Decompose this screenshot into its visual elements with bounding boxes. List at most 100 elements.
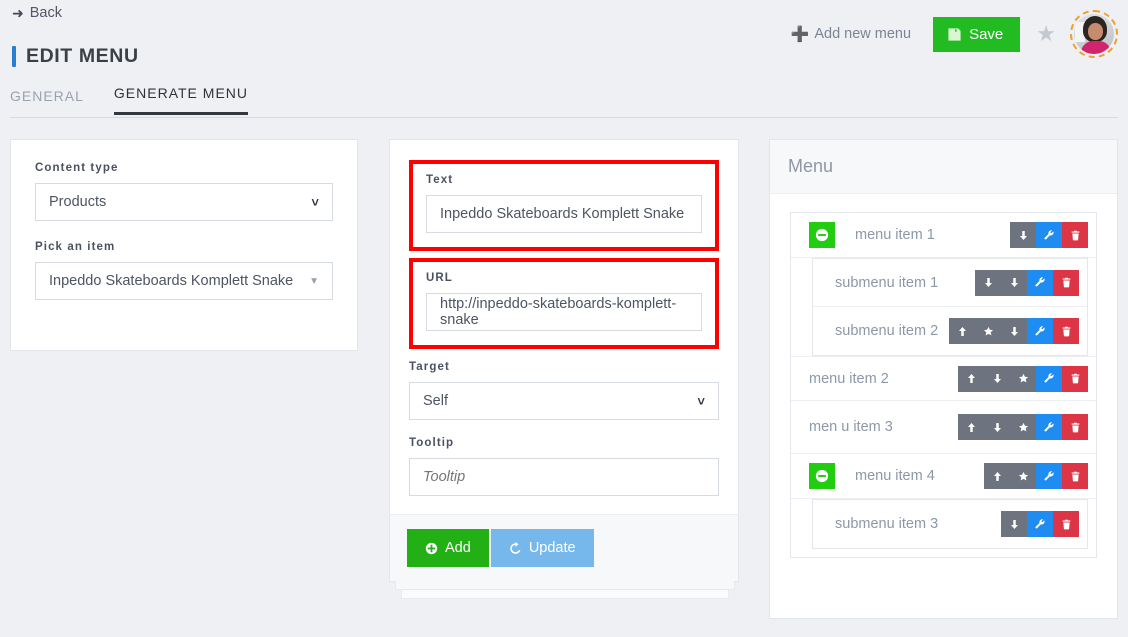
minus-circle-icon <box>815 228 829 242</box>
pick-item-value: Inpeddo Skateboards Komplett Snake <box>49 273 294 289</box>
down-arrow-icon <box>993 422 1001 432</box>
text-input-value: Inpeddo Skateboards Komplett Snake <box>440 206 685 222</box>
text-input[interactable]: Inpeddo Skateboards Komplett Snake <box>426 195 702 233</box>
move-down-button[interactable] <box>984 414 1010 440</box>
trash-icon <box>1062 277 1070 288</box>
move-down-button[interactable] <box>1001 511 1027 537</box>
tab-generate-menu[interactable]: GENERATE MENU <box>113 85 249 115</box>
link-editor-wrap: Text Inpeddo Skateboards Komplett Snake … <box>389 139 739 599</box>
up-arrow-icon <box>993 471 1001 481</box>
caret-down-icon: ▼ <box>309 275 319 287</box>
tooltip-input[interactable] <box>409 458 719 496</box>
menu-tree-row[interactable]: menu item 1 <box>791 213 1096 258</box>
collapse-toggle-button[interactable] <box>809 222 835 248</box>
pick-item-label: Pick an item <box>35 241 116 253</box>
add-new-menu-label: Add new menu <box>814 26 912 42</box>
url-input[interactable]: http://inpeddo-skateboards-komplett-snak… <box>426 293 702 331</box>
avatar-face <box>1088 23 1103 40</box>
save-label: Save <box>969 25 1004 43</box>
row-action-group <box>949 318 1079 344</box>
menu-tree-row[interactable]: submenu item 3 <box>813 500 1087 548</box>
minus-circle-icon <box>815 469 829 483</box>
edit-button[interactable] <box>1027 269 1053 296</box>
edit-button[interactable] <box>1036 222 1062 248</box>
move-up-button[interactable] <box>958 365 984 392</box>
text-field-label: Text <box>426 174 454 186</box>
url-field-highlight: URL http://inpeddo-skateboards-komplett-… <box>409 258 719 349</box>
link-editor-footer: Add Update <box>390 514 738 581</box>
collapse-toggle-button[interactable] <box>809 463 835 489</box>
favorite-button[interactable] <box>1010 463 1036 489</box>
menu-item-label: menu item 4 <box>855 468 935 484</box>
row-action-group <box>958 414 1088 440</box>
menu-tree-row[interactable]: submenu item 1 <box>813 259 1087 307</box>
delete-button[interactable] <box>1062 365 1088 392</box>
move-up-button[interactable] <box>949 318 975 344</box>
row-action-group <box>1010 222 1088 248</box>
save-button[interactable]: Save <box>933 16 1021 52</box>
content-type-label: Content type <box>35 162 119 174</box>
page-title: EDIT MENU <box>26 45 139 67</box>
menu-tree: menu item 1 submenu item 1 submenu item … <box>770 194 1117 580</box>
content-type-select[interactable]: Products ˅ <box>35 183 333 221</box>
menu-tree-row[interactable]: men u item 3 <box>791 401 1096 454</box>
back-button[interactable]: ➜ Back <box>12 5 62 21</box>
down-arrow-icon <box>1010 278 1018 287</box>
update-button[interactable]: Update <box>490 529 594 567</box>
trash-icon <box>1071 422 1079 432</box>
delete-button[interactable] <box>1062 463 1088 489</box>
move-up-button[interactable] <box>984 463 1010 489</box>
move-down-button[interactable] <box>1001 318 1027 344</box>
delete-button[interactable] <box>1053 269 1079 296</box>
pick-item-select[interactable]: Inpeddo Skateboards Komplett Snake ▼ <box>35 262 333 300</box>
move-down-button[interactable] <box>984 365 1010 392</box>
edit-button[interactable] <box>1027 318 1053 344</box>
target-value: Self <box>423 393 448 409</box>
menu-item-label: submenu item 1 <box>835 274 939 291</box>
avatar[interactable] <box>1070 10 1118 58</box>
tooltip-label: Tooltip <box>409 437 455 449</box>
url-field-label: URL <box>426 272 453 284</box>
menu-tree-panel: Menu menu item 1 submenu item 1 submenu … <box>769 139 1118 619</box>
delete-button[interactable] <box>1062 414 1088 440</box>
move-down-button[interactable] <box>1010 222 1036 248</box>
favorite-button[interactable] <box>1010 414 1036 440</box>
delete-button[interactable] <box>1053 511 1079 537</box>
move-out-button[interactable] <box>1001 269 1027 296</box>
add-new-menu-button[interactable]: ➕ Add new menu <box>791 25 911 43</box>
panel-stack-layer-1 <box>395 581 735 590</box>
target-select[interactable]: Self ˅ <box>409 382 719 420</box>
favorite-button[interactable] <box>975 318 1001 344</box>
chevron-down-icon: ˅ <box>311 194 319 210</box>
delete-button[interactable] <box>1062 222 1088 248</box>
wrench-icon <box>1043 470 1054 480</box>
edit-button[interactable] <box>1036 414 1062 440</box>
favorite-button[interactable] <box>1010 365 1036 392</box>
link-editor-body: Text Inpeddo Skateboards Komplett Snake … <box>390 140 738 514</box>
add-button-label: Add <box>445 540 471 556</box>
menu-tree-row[interactable]: menu item 2 <box>791 356 1096 401</box>
edit-button[interactable] <box>1027 511 1053 537</box>
up-arrow-icon <box>967 374 975 383</box>
add-button[interactable]: Add <box>407 529 489 567</box>
tab-general[interactable]: GENERAL <box>10 88 84 115</box>
move-up-button[interactable] <box>958 414 984 440</box>
edit-button[interactable] <box>1036 365 1062 392</box>
down-arrow-icon <box>1010 519 1018 529</box>
move-down-button[interactable] <box>975 269 1001 296</box>
app-page: ➜ Back EDIT MENU ➕ Add new menu Save ★ G… <box>0 0 1128 637</box>
menu-item-label: submenu item 2 <box>835 323 939 339</box>
menu-tree-row[interactable]: menu item 4 <box>791 454 1096 499</box>
menu-tree-row[interactable]: submenu item 2 <box>813 307 1087 355</box>
tab-divider <box>10 117 1118 118</box>
star-icon[interactable]: ★ <box>1036 23 1056 45</box>
floppy-disk-icon <box>948 27 961 41</box>
edit-button[interactable] <box>1036 463 1062 489</box>
delete-button[interactable] <box>1053 318 1079 344</box>
star-icon <box>1018 422 1028 431</box>
wrench-icon <box>1043 229 1054 239</box>
menu-tree-root: menu item 1 submenu item 1 submenu item … <box>790 212 1097 558</box>
up-arrow-icon <box>967 422 975 432</box>
star-icon <box>983 326 993 335</box>
top-bar: ➜ Back EDIT MENU ➕ Add new menu Save ★ <box>0 0 1128 75</box>
